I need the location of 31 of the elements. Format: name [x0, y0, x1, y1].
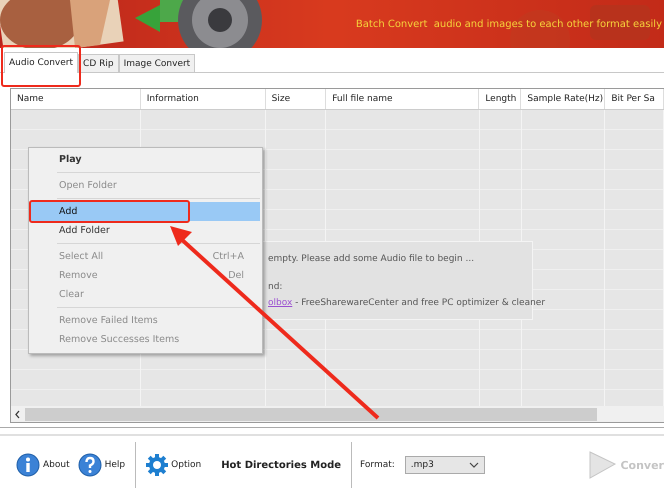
help-button[interactable]: Help — [74, 453, 130, 477]
column-header[interactable]: Name — [11, 89, 141, 109]
tab[interactable]: CD Rip — [78, 54, 119, 72]
tab[interactable]: Image Convert — [118, 54, 196, 72]
menu-item[interactable]: Play — [31, 150, 260, 169]
column-header[interactable]: Length — [479, 89, 522, 109]
column-header[interactable]: Full file name — [326, 89, 480, 109]
message-text: empty. Please add some Audio file to begin ... — [268, 254, 474, 264]
info-icon — [16, 453, 40, 477]
menu-item[interactable]: Add — [31, 202, 260, 221]
scrollbar-thumb[interactable] — [25, 408, 597, 420]
menu-item[interactable]: Add Folder — [31, 221, 260, 240]
settings-icon — [146, 454, 168, 476]
about-button[interactable]: About — [12, 453, 74, 477]
column-header[interactable]: Sample Rate(Hz) — [521, 89, 606, 109]
help-icon — [78, 453, 102, 477]
format-dropdown[interactable]: .mp3 — [404, 456, 485, 474]
tab[interactable]: Audio Convert — [4, 52, 78, 73]
message-text: - FreeSharewareCenter and free PC optimizer & cleaner — [294, 298, 546, 308]
column-header[interactable]: Bit Per Sa — [605, 89, 664, 109]
column-header[interactable]: Information — [140, 89, 266, 109]
format-label: Format: — [360, 460, 395, 470]
caret-icon — [468, 462, 479, 468]
horizontal-scrollbar[interactable] — [11, 406, 664, 422]
column-header[interactable]: Size — [266, 89, 326, 109]
mode-button[interactable]: Hot Directories Mode — [217, 460, 346, 470]
play-icon — [587, 450, 618, 480]
link[interactable]: olbox — [268, 298, 292, 308]
message-text: nd: — [268, 282, 282, 292]
banner-tagline: Batch Convert audio and images to each other format easily — [356, 18, 662, 30]
option-button[interactable]: Option — [142, 454, 206, 476]
